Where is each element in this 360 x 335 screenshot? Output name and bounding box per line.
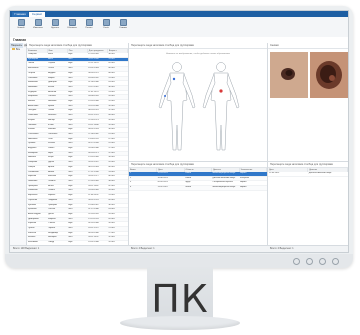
table-cell: 4 [129,185,157,191]
monitor-bezel [5,254,353,268]
dermatoscope-photo[interactable] [310,52,348,98]
table-cell: 12.03.2021 [268,172,308,177]
lesion-photo[interactable] [270,52,308,98]
back-head[interactable] [216,62,226,72]
visits-panel: Перетащите сюда заголовок столбца для гр… [129,161,268,246]
table-cell: Меланоцитарный невус [211,185,239,191]
status-visits: Всего: 4 Выделено: 1 [131,247,155,250]
front-head[interactable] [172,62,182,72]
photos-header: Снимки [268,43,348,49]
table-row[interactable]: 12.03.2021 Диспластический невус [268,172,348,177]
group-by-hint: Перетащите сюда заголовок столбца для гр… [129,43,267,49]
ribbon-button[interactable]: Обновить [65,19,79,30]
ribbon-button[interactable]: Снимки [116,19,130,30]
toolbar-icon [119,19,127,26]
patient-list-panel: Перетащите сюда заголовок столбца для гр… [27,43,129,246]
table-cell: Плечо [184,185,212,191]
app-window: Главная Сервис Новый Изменить Удалить Обнов… [9,10,349,253]
toolbar-icon [34,19,42,26]
ribbon-button-label: Новый [17,27,25,29]
table-cell: Диспластический невус [307,172,348,177]
ribbon-button[interactable]: Печать [82,19,96,30]
lesion-marker[interactable] [172,77,176,81]
table-cell: Диспластический невус [211,176,239,182]
photos-panel: Снимки [268,43,348,161]
folder-icon [12,48,15,50]
status-patients: Всего: 148 Выделено: 1 [13,247,40,250]
table-cell: Норма [239,185,267,191]
visits-table: Визит Дата Область Диагноз Заключение 1 12.03… [129,168,267,191]
table-cell: 11.01.2022 [156,185,184,191]
ribbon-button-label: Снимки [119,27,127,29]
status-bar: Всего: 148 Выделено: 1 Всего: 4 Выделено… [10,245,348,252]
brightness-button-icon[interactable] [306,258,313,265]
body-map[interactable] [129,55,267,155]
sidebar: Пациенты Документы Все [10,43,37,246]
ribbon-button-label: Изменить [33,27,43,29]
ribbon-button-label: Удалить [50,27,60,29]
status-photos: Всего: 2 Выделено: 1 [270,247,294,250]
ribbon-toolbar: Новый Изменить Удалить Обновить Печать Отчёт С… [10,17,348,38]
toolbar-icon [85,19,93,26]
ribbon-button[interactable]: Изменить [31,19,45,30]
sidebar-item-all[interactable]: Все [10,48,26,52]
section-title: Главная [13,38,26,42]
toolbar-icon [102,19,110,26]
ribbon-button[interactable]: Новый [14,19,28,30]
ribbon-button-label: Отчёт [102,27,110,29]
ribbon-button[interactable]: Отчёт [99,19,113,30]
menu-button-icon[interactable] [293,258,300,265]
diagnoses-panel: Перетащите сюда заголовок столбца для гр… [268,161,348,246]
table-cell: Меланоцитарный невус [211,172,239,177]
toolbar-icon [17,19,25,26]
patient-table: Фамилия Имя Пол Дата рождения Возраст Смирно… [27,49,128,246]
ribbon-button-label: Обновить [67,27,77,29]
input-button-icon[interactable] [319,258,326,265]
lesion-marker-selected[interactable] [219,89,223,93]
toolbar-icon [51,19,59,26]
table-row[interactable]: 4 11.01.2022 Плечо Меланоцитарный невус Норм… [129,185,267,191]
power-button-icon[interactable] [332,258,339,265]
body-map-panel: Перетащите сюда заголовок столбца для гр… [129,43,268,161]
ribbon-button-label: Печать [85,27,93,29]
toolbar-icon [68,19,76,26]
lesion-marker[interactable] [164,95,166,97]
monitor: Главная Сервис Новый Изменить Удалить Обнов… [5,6,353,268]
sidebar-item-label: Все [16,48,21,51]
diagnoses-table: Дата Диагноз 12.03.2021 Диспластический не… [268,168,348,177]
ribbon-button[interactable]: Удалить [48,19,62,30]
pc-label: ПК [151,277,209,321]
